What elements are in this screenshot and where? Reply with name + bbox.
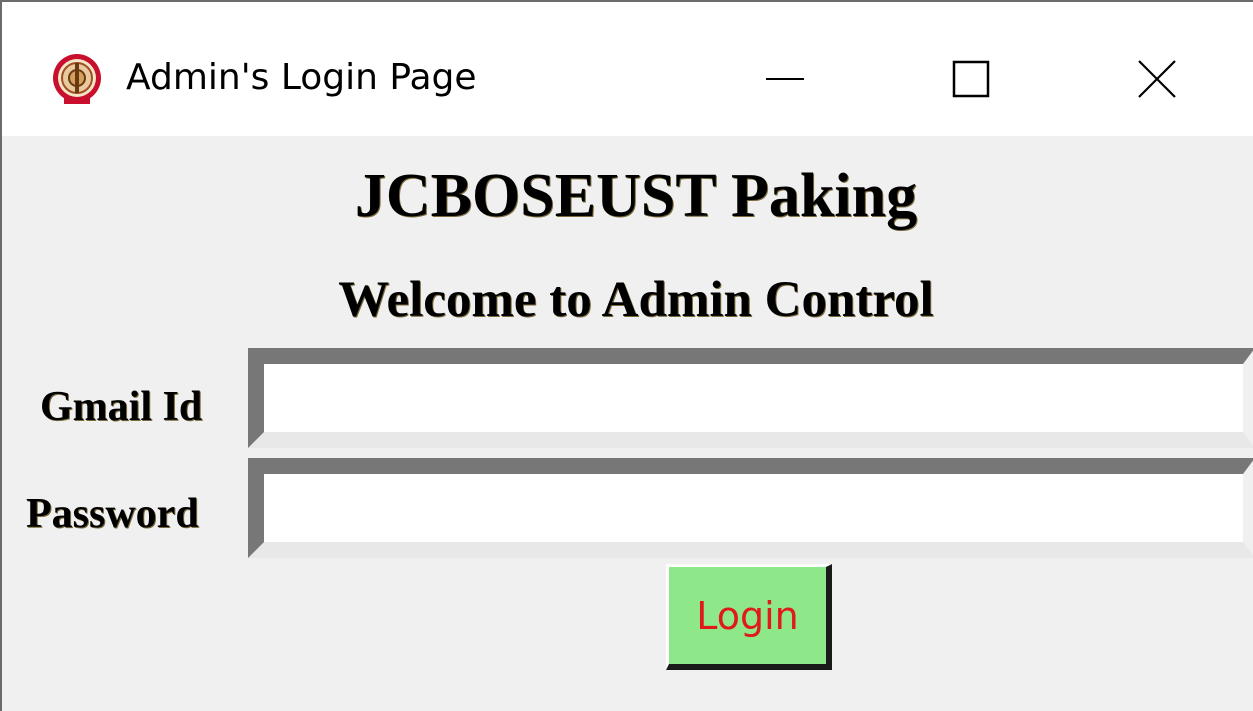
maximize-button[interactable] xyxy=(926,40,1016,118)
page-subtitle: Welcome to Admin Control xyxy=(338,272,934,328)
minimize-button[interactable] xyxy=(740,40,830,118)
login-form-area: JCBOSEUST Paking Welcome to Admin Contro… xyxy=(2,136,1253,711)
login-button[interactable]: Login xyxy=(666,564,832,670)
gmail-label: Gmail Id xyxy=(40,384,203,430)
page-title: JCBOSEUST Paking xyxy=(354,162,918,230)
window-title: Admin's Login Page xyxy=(126,57,477,98)
university-seal-icon xyxy=(53,54,101,104)
gmail-input[interactable] xyxy=(248,348,1253,448)
maximize-icon xyxy=(952,60,990,98)
close-button[interactable] xyxy=(1112,40,1202,118)
title-bar[interactable]: Admin's Login Page xyxy=(2,2,1253,136)
minimize-icon xyxy=(766,78,804,80)
login-window: Admin's Login Page JCBOSEUST Paking Welc… xyxy=(0,0,1253,711)
password-label: Password xyxy=(26,491,199,537)
close-icon xyxy=(1138,60,1176,98)
password-input[interactable] xyxy=(248,458,1253,558)
